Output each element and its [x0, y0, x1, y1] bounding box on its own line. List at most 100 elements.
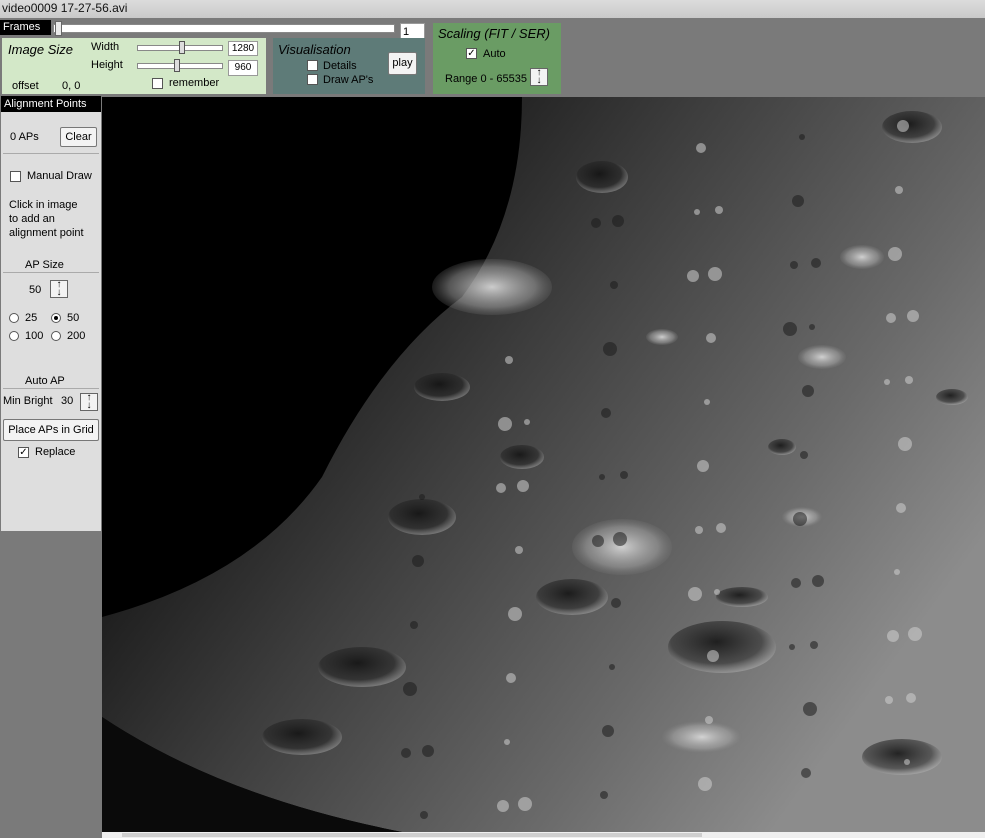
ap-size-option-50: 50: [67, 312, 80, 324]
crater-small: [897, 120, 909, 132]
draw-aps-checkbox[interactable]: [307, 74, 318, 85]
crater-small: [803, 702, 817, 716]
crater: [414, 373, 470, 401]
replace-checkbox[interactable]: ✓: [18, 447, 29, 458]
crater: [668, 621, 776, 673]
ap-size-radio-200[interactable]: [51, 331, 61, 341]
crater-small: [506, 673, 516, 683]
crater: [840, 245, 884, 269]
crater-small: [801, 768, 811, 778]
crater-small: [704, 399, 710, 405]
offset-value: 0, 0: [62, 80, 81, 92]
crater-small: [809, 324, 815, 330]
crater-small: [697, 460, 709, 472]
crater-small: [610, 281, 618, 289]
crater-small: [422, 745, 434, 757]
lunar-image: [102, 97, 985, 832]
crater-small: [715, 206, 723, 214]
draw-aps-label: Draw AP's: [323, 74, 374, 86]
crater-small: [600, 791, 608, 799]
ap-size-radio-25[interactable]: [9, 313, 19, 323]
crater: [662, 721, 742, 753]
crater-small: [695, 526, 703, 534]
crater-small: [888, 247, 902, 261]
frames-slider-track[interactable]: [53, 24, 395, 33]
remember-checkbox[interactable]: [152, 78, 163, 89]
crater-small: [714, 589, 720, 595]
crater: [536, 579, 608, 615]
crater-small: [591, 218, 601, 228]
crater-small: [908, 627, 922, 641]
crater-small: [789, 644, 795, 650]
crater: [716, 587, 768, 607]
visualisation-panel: Visualisation Details Draw AP's play: [273, 38, 425, 94]
height-slider-thumb[interactable]: [174, 59, 180, 72]
crater: [432, 259, 552, 315]
manual-draw-checkbox[interactable]: [10, 171, 21, 182]
crater-small: [698, 777, 712, 791]
crater-small: [419, 494, 425, 500]
ap-count: 0 APs: [10, 131, 39, 143]
remember-label: remember: [169, 77, 220, 89]
checkmark-icon: ✓: [19, 447, 28, 458]
width-slider-thumb[interactable]: [179, 41, 185, 54]
crater-small: [518, 797, 532, 811]
crater-small: [705, 716, 713, 724]
crater-small: [497, 800, 509, 812]
crater: [646, 329, 678, 345]
range-label: Range 0 - 65535: [445, 73, 527, 85]
crater-small: [603, 342, 617, 356]
height-value-field[interactable]: 960: [228, 60, 258, 76]
auto-scaling-checkbox[interactable]: ✓: [466, 48, 477, 59]
crater-small: [885, 696, 893, 704]
details-checkbox[interactable]: [307, 60, 318, 71]
ap-size-spinner[interactable]: ↑ ↓: [50, 280, 68, 298]
crater-small: [524, 419, 530, 425]
crater-small: [504, 739, 510, 745]
image-viewport[interactable]: [102, 97, 985, 832]
divider: [3, 272, 99, 273]
ap-size-radio-50[interactable]: [51, 313, 61, 323]
crater-small: [498, 417, 512, 431]
crater-small: [896, 503, 906, 513]
crater-small: [517, 480, 529, 492]
ap-size-option-25: 25: [25, 312, 38, 324]
crater-small: [884, 379, 890, 385]
ap-size-radio-100[interactable]: [9, 331, 19, 341]
crater-small: [895, 186, 903, 194]
min-bright-label: Min Bright: [3, 395, 53, 407]
min-bright-spinner[interactable]: ↑ ↓: [80, 393, 98, 411]
crater-small: [696, 143, 706, 153]
crater-small: [613, 532, 627, 546]
up-down-arrows-icon: ↑ ↓: [536, 67, 542, 86]
width-value-field[interactable]: 1280: [228, 41, 258, 56]
scrollbar-thumb[interactable]: [122, 833, 702, 837]
frames-slider-thumb[interactable]: [55, 21, 62, 36]
crater-small: [898, 437, 912, 451]
visualisation-title: Visualisation: [278, 42, 351, 57]
clear-button[interactable]: Clear: [60, 127, 97, 147]
help-text-line-3: alignment point: [9, 227, 84, 239]
ap-size-option-100: 100: [25, 330, 44, 342]
crater: [572, 519, 672, 575]
replace-label: Replace: [35, 446, 76, 458]
range-spinner[interactable]: ↑ ↓: [530, 68, 548, 86]
crater: [576, 161, 628, 193]
image-size-title: Image Size: [8, 42, 74, 57]
play-button[interactable]: play: [388, 52, 417, 75]
place-aps-in-grid-button[interactable]: Place APs in Grid: [3, 419, 99, 441]
horizontal-scrollbar[interactable]: [102, 832, 985, 838]
crater-small: [716, 523, 726, 533]
height-slider[interactable]: [137, 63, 223, 69]
crater-small: [707, 650, 719, 662]
crater: [768, 439, 796, 455]
crater-small: [810, 641, 818, 649]
crater: [882, 111, 942, 143]
image-size-panel: Image Size Width 1280 Height 960 remembe…: [2, 38, 266, 94]
crater-small: [886, 313, 896, 323]
crater-small: [812, 575, 824, 587]
crater: [262, 719, 342, 755]
help-text-line-2: to add an: [9, 213, 55, 225]
crater-small: [894, 569, 900, 575]
crater: [500, 445, 544, 469]
